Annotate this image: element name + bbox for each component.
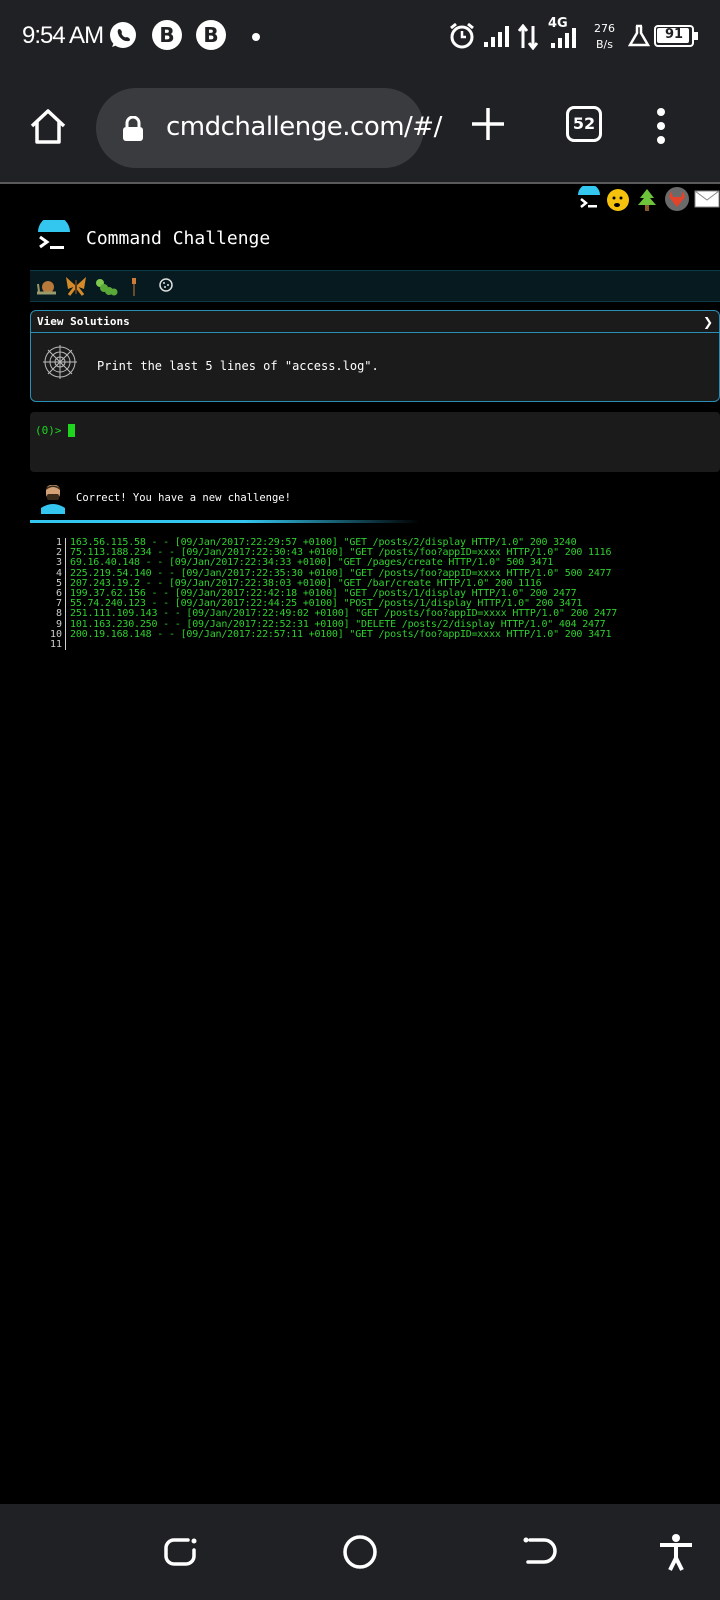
lab-icon (628, 24, 650, 47)
terminal-input-area[interactable]: (0)> (30, 412, 720, 472)
web-page: Command Challenge View Solutions ❯ Print… (0, 186, 720, 1504)
gitlab-icon[interactable] (664, 186, 690, 212)
command-output: 1 163.56.115.58 - - [09/Jan/2017:22:29:57… (50, 537, 720, 651)
tab-count: 52 (572, 114, 596, 133)
battery-icon: 91 (654, 25, 698, 47)
battery-level: 91 (665, 27, 684, 42)
mail-icon[interactable] (694, 190, 720, 208)
data-transfer-icon (518, 24, 538, 50)
more-menu-icon[interactable] (656, 108, 666, 144)
page-title: Command Challenge (86, 228, 271, 249)
spider-web-icon (43, 345, 77, 379)
url-bar[interactable]: cmdchallenge.com/#/ (96, 88, 442, 168)
view-solutions-bar[interactable]: View Solutions ❯ (31, 311, 719, 333)
url-text[interactable]: cmdchallenge.com/#/ (166, 112, 442, 142)
tree-icon[interactable] (636, 188, 658, 212)
status-time: 9:54 AM (22, 22, 104, 49)
b-app-icon: B (152, 20, 182, 50)
line-text: 200.19.168.148 - - [09/Jan/2017:22:57:11… (70, 628, 612, 640)
browser-toolbar: cmdchallenge.com/#/ 52 (0, 72, 720, 184)
back-icon[interactable] (520, 1532, 560, 1572)
system-nav-bar (0, 1504, 720, 1600)
cookie-icon[interactable] (158, 277, 174, 293)
home-icon[interactable] (28, 106, 68, 146)
recent-apps-icon[interactable] (160, 1532, 200, 1572)
result-divider (30, 520, 420, 523)
lock-icon (123, 116, 143, 141)
chevron-right-icon[interactable]: ❯ (703, 315, 713, 329)
level-progress-bar (30, 270, 720, 302)
result-message: Correct! You have a new challenge! (76, 492, 291, 504)
speed-unit: B/s (596, 38, 613, 51)
command-challenge-logo-icon (38, 220, 70, 249)
moth-icon[interactable] (64, 275, 88, 297)
alarm-icon (450, 22, 474, 49)
view-solutions-label[interactable]: View Solutions (37, 315, 130, 328)
face-emoji-icon[interactable] (606, 188, 630, 212)
signal-icon (484, 26, 509, 47)
new-tab-icon[interactable] (470, 106, 506, 142)
tab-switcher-button[interactable]: 52 (566, 106, 602, 142)
home-nav-icon[interactable] (340, 1532, 380, 1572)
brush-icon[interactable] (128, 277, 140, 297)
output-line: 11 (50, 639, 720, 651)
signal-4g-icon (551, 28, 576, 48)
dot-icon (252, 33, 260, 41)
line-text (66, 640, 70, 650)
terminal-prompt: (0)> (35, 424, 62, 437)
challenge-description: Print the last 5 lines of "access.log". (97, 359, 379, 373)
whatsapp-icon (110, 22, 136, 48)
snail-icon[interactable] (36, 279, 58, 295)
result-message-row: Correct! You have a new challenge! (30, 484, 720, 518)
status-bar: 9:54 AM B B 4G 276 B/s 91 (0, 0, 720, 72)
terminal-logo-icon[interactable] (576, 186, 602, 212)
accessibility-icon[interactable] (656, 1532, 696, 1572)
challenge-panel: View Solutions ❯ Print the last 5 lines … (30, 310, 720, 402)
terminal-cursor[interactable] (68, 424, 75, 437)
avatar-icon (41, 485, 65, 514)
b-app-icon: B (196, 20, 226, 50)
caterpillar-icon[interactable] (96, 277, 118, 297)
line-number: 11 (50, 639, 66, 651)
speed-value: 276 (594, 22, 615, 35)
output-line: 10 200.19.168.148 - - [09/Jan/2017:22:57:… (50, 628, 720, 641)
